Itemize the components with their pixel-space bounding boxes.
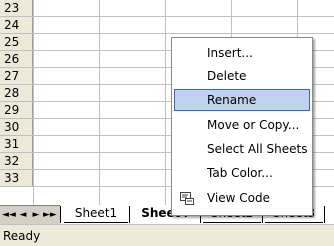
menu-item-select-all-sheets[interactable]: Select All Sheets <box>174 138 310 160</box>
view-code-icon <box>179 190 195 206</box>
row-header[interactable]: 33 <box>0 170 33 186</box>
menu-item-label: View Code <box>207 191 271 205</box>
row-header[interactable]: 23 <box>0 0 33 16</box>
menu-item-label: Rename <box>207 93 257 107</box>
row-header[interactable]: 24 <box>0 17 33 33</box>
menu-item-rename[interactable]: Rename <box>174 89 310 111</box>
first-sheet-button[interactable]: ◄◄ <box>2 208 16 222</box>
row-header[interactable]: 27 <box>0 68 33 84</box>
row-header[interactable]: 30 <box>0 119 33 135</box>
menu-item-label: Select All Sheets <box>207 142 308 156</box>
prev-sheet-button[interactable]: ◄ <box>17 208 29 222</box>
menu-item-tab-color[interactable]: Tab Color... <box>174 162 310 184</box>
tab-divider <box>60 206 61 223</box>
next-sheet-button[interactable]: ► <box>30 208 42 222</box>
status-text: Ready <box>3 229 41 243</box>
sheet-tab-context-menu: Insert... Delete Rename Move or Copy... … <box>171 37 313 216</box>
grid-row[interactable]: 23 <box>0 0 334 17</box>
grid-row[interactable]: 24 <box>0 17 334 34</box>
menu-item-delete[interactable]: Delete <box>174 65 310 87</box>
tab-divider <box>324 206 325 223</box>
menu-item-view-code[interactable]: View Code <box>174 187 310 209</box>
row-header[interactable]: 26 <box>0 51 33 67</box>
row-header[interactable]: 28 <box>0 85 33 101</box>
menu-item-label: Move or Copy... <box>207 118 300 132</box>
menu-item-label: Tab Color... <box>207 166 273 180</box>
menu-item-move-or-copy[interactable]: Move or Copy... <box>174 114 310 136</box>
tab-divider <box>129 206 130 223</box>
menu-item-label: Insert... <box>207 46 253 60</box>
status-bar: Ready <box>0 224 334 246</box>
tab-sheet1[interactable]: Sheet1 <box>64 205 128 223</box>
row-header[interactable]: 31 <box>0 136 33 152</box>
menu-item-insert[interactable]: Insert... <box>174 42 310 64</box>
menu-item-label: Delete <box>207 69 247 83</box>
row-header[interactable]: 25 <box>0 34 33 50</box>
row-header[interactable]: 29 <box>0 102 33 118</box>
last-sheet-button[interactable]: ►► <box>43 208 57 222</box>
row-header[interactable]: 32 <box>0 153 33 169</box>
